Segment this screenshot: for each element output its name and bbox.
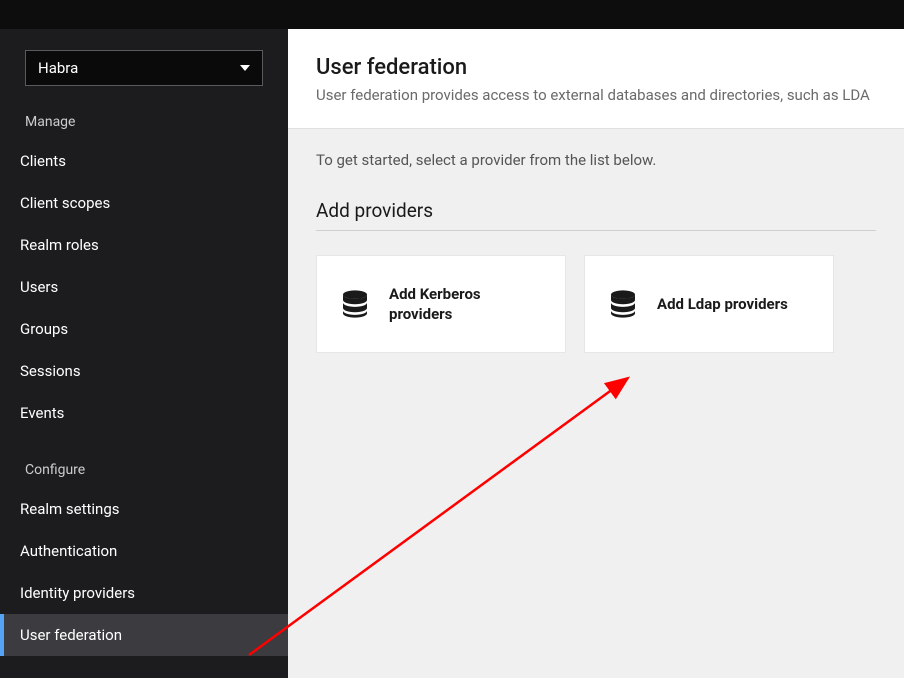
page-header: User federation User federation provides… xyxy=(288,29,904,129)
caret-down-icon xyxy=(240,65,250,71)
instruction-text: To get started, select a provider from t… xyxy=(316,151,876,169)
topbar xyxy=(0,0,904,29)
add-kerberos-provider-card[interactable]: Add Kerberos providers xyxy=(316,255,566,353)
database-icon xyxy=(607,288,639,320)
sidebar-item-realm-settings[interactable]: Realm settings xyxy=(0,488,288,530)
sidebar-item-groups[interactable]: Groups xyxy=(0,308,288,350)
realm-selector[interactable]: Habra xyxy=(25,50,263,86)
add-ldap-provider-card[interactable]: Add Ldap providers xyxy=(584,255,834,353)
sidebar-item-identity-providers[interactable]: Identity providers xyxy=(0,572,288,614)
sidebar-item-sessions[interactable]: Sessions xyxy=(0,350,288,392)
sidebar-item-realm-roles[interactable]: Realm roles xyxy=(0,224,288,266)
sidebar: Habra Manage Clients Client scopes Realm… xyxy=(0,29,288,678)
provider-card-label: Add Kerberos providers xyxy=(389,284,543,325)
database-icon xyxy=(339,288,371,320)
sidebar-item-events[interactable]: Events xyxy=(0,392,288,434)
sidebar-item-user-federation[interactable]: User federation xyxy=(0,614,288,656)
sidebar-item-clients[interactable]: Clients xyxy=(0,140,288,182)
realm-selector-value: Habra xyxy=(38,59,78,77)
sidebar-section-configure: Configure xyxy=(0,434,288,488)
sidebar-section-manage: Manage xyxy=(0,86,288,140)
provider-cards: Add Kerberos providers Add Ldap provider… xyxy=(316,255,876,353)
sidebar-item-users[interactable]: Users xyxy=(0,266,288,308)
sidebar-item-client-scopes[interactable]: Client scopes xyxy=(0,182,288,224)
page-title: User federation xyxy=(316,55,876,80)
sidebar-item-authentication[interactable]: Authentication xyxy=(0,530,288,572)
main-content: User federation User federation provides… xyxy=(288,29,904,678)
provider-card-label: Add Ldap providers xyxy=(657,294,788,314)
add-providers-title: Add providers xyxy=(316,199,876,231)
page-description: User federation provides access to exter… xyxy=(316,86,876,104)
